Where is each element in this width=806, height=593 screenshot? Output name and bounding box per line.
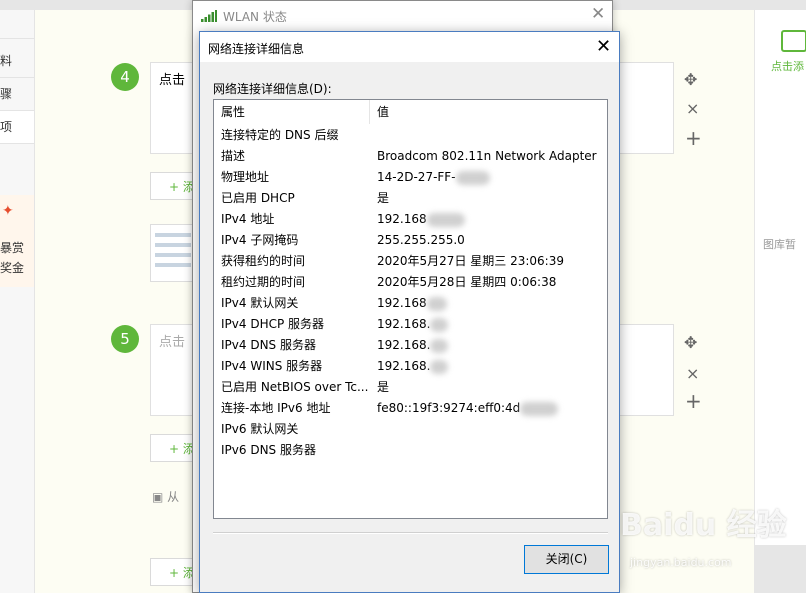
redacted-value: 192.168 (377, 293, 447, 314)
list-row[interactable]: 已启用 DHCP 是 (214, 188, 607, 209)
move-icon[interactable]: ✥ (684, 72, 697, 88)
left-nav: 料 骤 项 ✦ 暴赏 奖金 (0, 10, 35, 593)
right-gray-area (754, 545, 806, 593)
redacted-value: 192.168. (377, 356, 449, 377)
details-list[interactable]: 属性 值 连接特定的 DNS 后缀 描述 Broadcom 802.11n Net… (213, 99, 608, 519)
baidu-watermark-url: jingyan.baidu.com (630, 556, 732, 569)
gallery-add-label[interactable]: 点击添 (771, 58, 804, 74)
wifi-signal-icon (201, 10, 217, 22)
column-header-value[interactable]: 值 (371, 100, 607, 124)
wlan-window-title: WLAN 状态 (223, 10, 287, 24)
list-row[interactable]: IPv6 DNS 服务器 (214, 440, 607, 461)
nav-item[interactable] (0, 10, 34, 39)
nav-item[interactable]: 料 (0, 45, 34, 78)
add-icon[interactable]: + (685, 128, 702, 148)
list-row[interactable]: 描述 Broadcom 802.11n Network Adapter (214, 146, 607, 167)
wlan-close-icon[interactable]: ✕ (591, 4, 605, 24)
list-row[interactable]: 连接特定的 DNS 后缀 (214, 125, 607, 146)
gallery-empty-text: 图库暂 (763, 238, 796, 251)
list-row[interactable]: 已启用 NetBIOS over Tc... 是 (214, 377, 607, 398)
list-row[interactable]: IPv4 子网掩码 255.255.255.0 (214, 230, 607, 251)
nav-item[interactable]: 骤 (0, 78, 34, 111)
step-placeholder: 点击 (159, 335, 186, 350)
step-placeholder: 点击 (159, 73, 186, 88)
redacted-value: 14-2D-27-FF- (377, 167, 490, 188)
add-step-button[interactable]: + 添 (150, 172, 194, 200)
list-row[interactable]: IPv4 地址 192.168 (214, 209, 607, 230)
step-number-badge: 4 (111, 63, 139, 91)
column-header-property[interactable]: 属性 (214, 100, 370, 124)
gallery-add-icon[interactable] (781, 30, 806, 52)
close-button[interactable]: 关闭(C) (524, 545, 609, 574)
details-section-label: 网络连接详细信息(D): (213, 82, 332, 96)
nav-item[interactable]: 项 (0, 111, 34, 144)
list-row[interactable]: 租约过期的时间 2020年5月28日 星期四 0:06:38 (214, 272, 607, 293)
add-icon[interactable]: + (685, 391, 702, 411)
step-number-badge: 5 (111, 325, 139, 353)
redacted-value: 192.168. (377, 335, 449, 356)
reward-box[interactable]: ✦ 暴赏 奖金 (0, 195, 34, 287)
list-row[interactable]: IPv4 DHCP 服务器 192.168. (214, 314, 607, 335)
baidu-watermark: Baidu 经验 (620, 508, 787, 543)
redacted-value: 192.168 (377, 209, 465, 230)
dialog-close-icon[interactable]: ✕ (596, 36, 611, 57)
spark-icon: ✦ (2, 203, 14, 219)
list-row[interactable]: IPv4 DNS 服务器 192.168. (214, 335, 607, 356)
dialog-titlebar: 网络连接详细信息 ✕ (200, 32, 619, 62)
move-icon[interactable]: ✥ (684, 335, 697, 351)
list-row[interactable]: IPv4 WINS 服务器 192.168. (214, 356, 607, 377)
network-details-dialog: 网络连接详细信息 ✕ 网络连接详细信息(D): 属性 值 连接特定的 DNS 后… (199, 31, 620, 593)
list-row[interactable]: 连接-本地 IPv6 地址 fe80::19f3:9274:eff0:4d (214, 398, 607, 419)
redacted-value: fe80::19f3:9274:eff0:4d (377, 398, 559, 419)
gallery-side-panel: 点击添 图库暂 (754, 10, 806, 545)
dialog-title: 网络连接详细信息 (208, 42, 305, 56)
delete-icon[interactable]: × (686, 366, 699, 382)
list-row[interactable]: 获得租约的时间 2020年5月27日 星期三 23:06:39 (214, 251, 607, 272)
list-row[interactable]: IPv6 默认网关 (214, 419, 607, 440)
redacted-value: 192.168. (377, 314, 449, 335)
add-step-button[interactable]: + 添 (150, 434, 194, 462)
dialog-divider (213, 532, 608, 534)
from-gallery-link[interactable]: ▣ 从 (152, 488, 179, 505)
delete-icon[interactable]: × (686, 101, 699, 117)
step-image-thumbnail[interactable] (150, 224, 196, 282)
list-row[interactable]: IPv4 默认网关 192.168 (214, 293, 607, 314)
list-row[interactable]: 物理地址 14-2D-27-FF- (214, 167, 607, 188)
image-icon: ▣ (152, 490, 168, 504)
add-step-button[interactable]: + 添 (150, 558, 194, 586)
